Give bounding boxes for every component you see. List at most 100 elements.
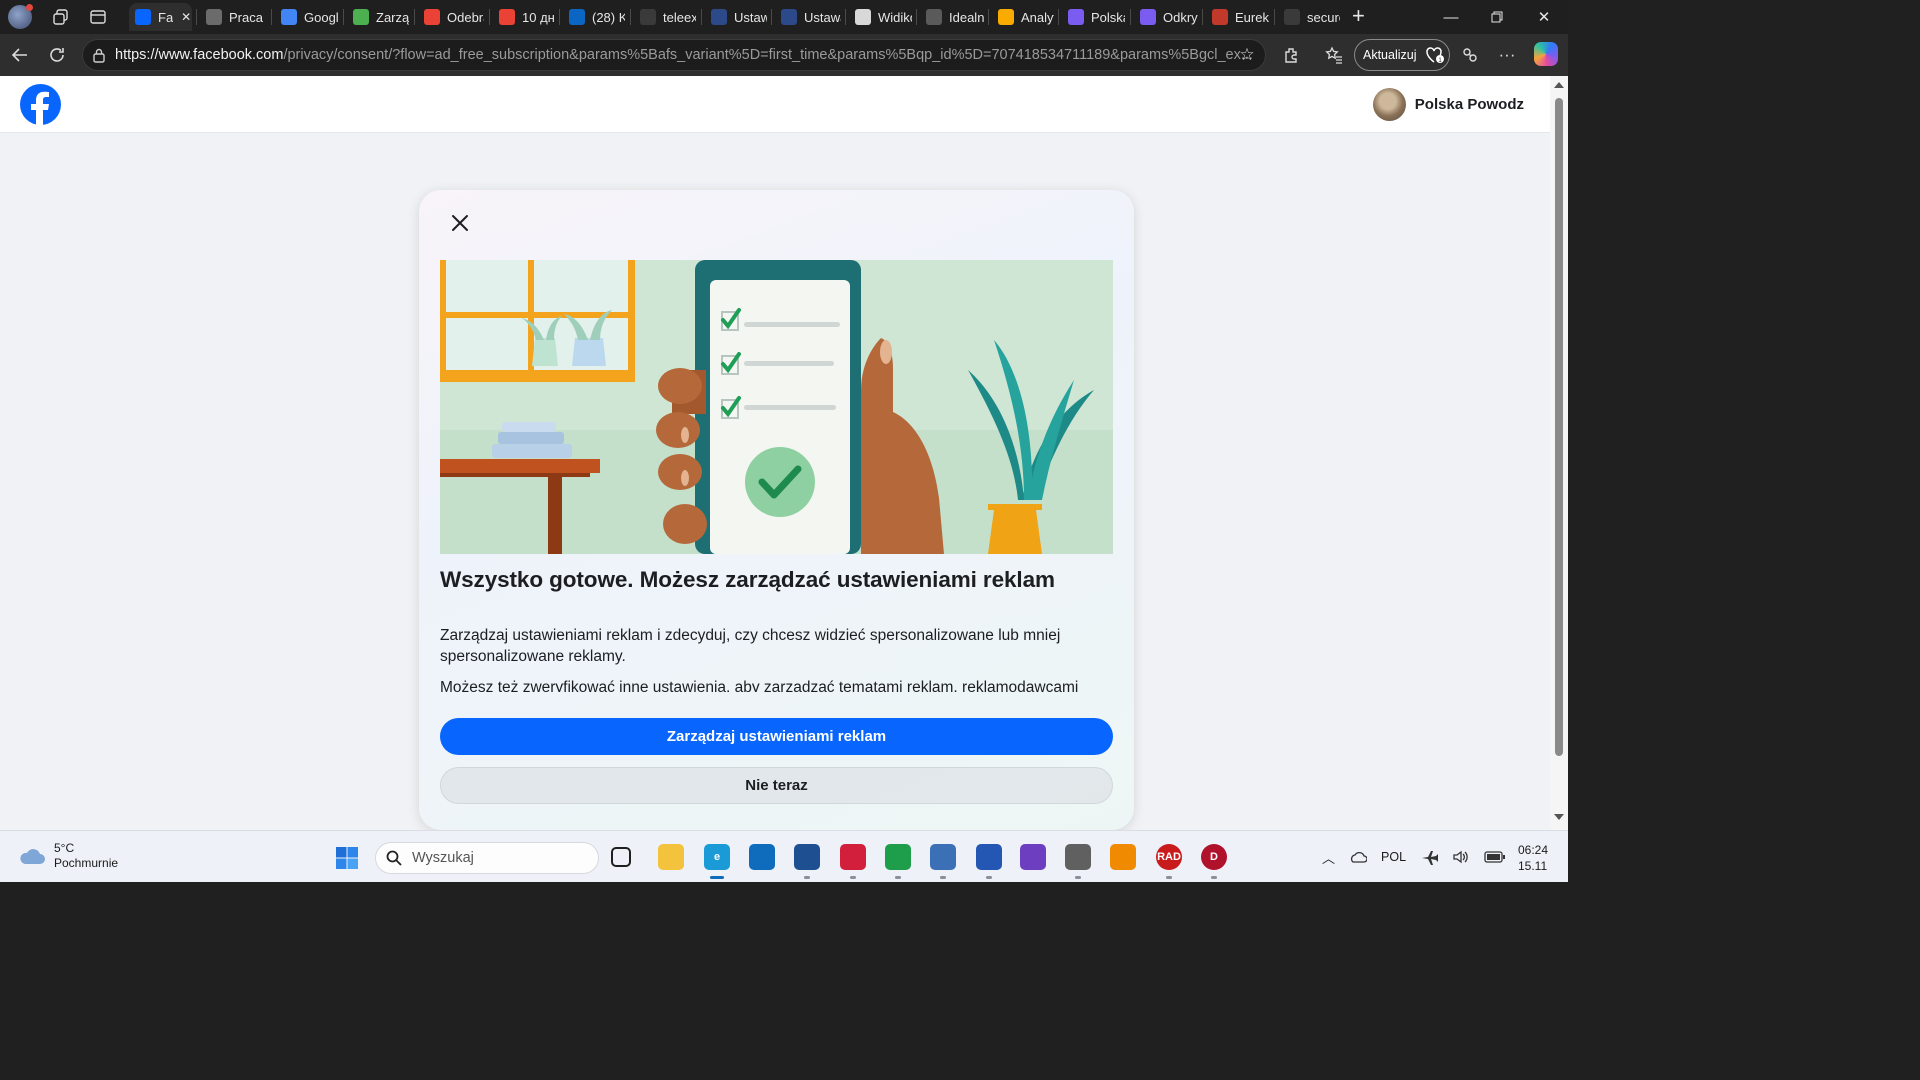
satellite-app-icon[interactable] xyxy=(1065,844,1091,870)
onedrive-icon[interactable] xyxy=(1349,850,1368,864)
d-app-icon[interactable]: D xyxy=(1201,844,1227,870)
tab-label: Praca r xyxy=(229,9,265,25)
facebook-icon xyxy=(135,9,151,25)
browser-tab[interactable]: Odebra xyxy=(418,3,484,31)
clock[interactable]: 06:24 15.11 xyxy=(1518,842,1548,874)
favorites-icon[interactable] xyxy=(1320,42,1348,68)
extensions-icon[interactable] xyxy=(1278,42,1306,68)
more-menu-icon[interactable]: ··· xyxy=(1493,42,1521,68)
tab-separator xyxy=(630,9,631,25)
globe-app-icon[interactable] xyxy=(885,844,911,870)
tab-separator xyxy=(701,9,702,25)
airplane-mode-icon[interactable] xyxy=(1420,849,1439,865)
browser-tab[interactable]: Polska xyxy=(1062,3,1125,31)
update-button[interactable]: Aktualizuj 1 xyxy=(1354,39,1450,71)
browser-tab[interactable]: 10 дне xyxy=(493,3,555,31)
browser-tab[interactable]: teleexp xyxy=(634,3,696,31)
tab-separator xyxy=(1130,9,1131,25)
weather-temperature: 5°C xyxy=(54,841,75,855)
store-icon[interactable] xyxy=(749,844,775,870)
battery-icon[interactable] xyxy=(1484,850,1506,864)
scroll-thumb[interactable] xyxy=(1555,98,1563,756)
podcast-app-icon[interactable] xyxy=(1020,844,1046,870)
back-icon[interactable] xyxy=(6,42,34,68)
globe-icon xyxy=(206,9,222,25)
eli-icon xyxy=(781,9,797,25)
browser-essentials-icon[interactable] xyxy=(1456,42,1484,68)
page-scrollbar[interactable] xyxy=(1550,76,1568,830)
manage-ad-settings-button[interactable]: Zarządzaj ustawieniami reklam xyxy=(440,718,1113,755)
app-label: RAD xyxy=(1157,851,1181,863)
running-indicator xyxy=(850,876,856,879)
site-info-icon[interactable] xyxy=(92,47,106,67)
workspaces-icon[interactable] xyxy=(52,8,70,26)
browser-tab[interactable]: Odkryc xyxy=(1134,3,1198,31)
url-path: /privacy/consent/?flow=ad_free_subscript… xyxy=(283,47,1253,63)
scroll-up-arrow-icon[interactable] xyxy=(1554,82,1564,88)
browser-tab[interactable]: EurekA xyxy=(1206,3,1269,31)
search-placeholder: Wyszukaj xyxy=(412,850,474,866)
browser-tab[interactable]: Zarząd xyxy=(347,3,409,31)
tab-actions-icon[interactable] xyxy=(89,8,107,26)
favorite-star-icon[interactable]: ☆ xyxy=(1233,42,1261,68)
address-bar[interactable]: https://www.facebook.com/privacy/consent… xyxy=(82,39,1266,71)
browser-tab[interactable]: secure xyxy=(1278,3,1340,31)
facebook-logo-icon[interactable] xyxy=(20,84,61,125)
minimize-button[interactable]: — xyxy=(1428,0,1474,34)
checklist-illustration xyxy=(440,260,1113,554)
tab-separator xyxy=(559,9,560,25)
avatar xyxy=(1372,87,1406,121)
dialog-body-paragraph-1: Zarządzaj ustawieniami reklam i zdecyduj… xyxy=(440,627,1061,665)
save-app-icon[interactable] xyxy=(976,844,1002,870)
browser-tab[interactable]: Google xyxy=(275,3,339,31)
dialog-body-paragraph-2: Możesz też zweryfikować inne ustawienia,… xyxy=(440,679,1079,692)
network-app-icon[interactable] xyxy=(930,844,956,870)
restore-button[interactable] xyxy=(1474,0,1520,34)
tab-separator xyxy=(1202,9,1203,25)
vlc-icon[interactable] xyxy=(1110,844,1136,870)
edge-icon[interactable]: e xyxy=(704,844,730,870)
browser-tab[interactable]: Ustawa xyxy=(705,3,767,31)
show-hidden-icons-icon[interactable]: ︿ xyxy=(1322,848,1335,867)
browser-tab[interactable]: Widiko xyxy=(849,3,912,31)
copilot-icon[interactable] xyxy=(1534,42,1558,66)
close-button[interactable] xyxy=(443,206,477,240)
browser-tab[interactable]: Ustawa xyxy=(775,3,841,31)
leaf-icon xyxy=(353,9,369,25)
tab-label: Analyti xyxy=(1021,9,1054,25)
gmail-icon xyxy=(499,9,515,25)
running-indicator xyxy=(986,876,992,879)
browser-tab[interactable]: Praca r xyxy=(200,3,265,31)
volume-icon[interactable] xyxy=(1452,849,1470,865)
scroll-down-arrow-icon[interactable] xyxy=(1554,814,1564,820)
taskbar-search-input[interactable]: Wyszukaj xyxy=(375,842,599,874)
tab-separator xyxy=(771,9,772,25)
task-view-icon[interactable] xyxy=(611,847,631,867)
running-indicator xyxy=(1211,876,1217,879)
browser-tab[interactable]: (28) Ka xyxy=(563,3,625,31)
browser-tab[interactable]: Analyti xyxy=(992,3,1054,31)
tab-separator xyxy=(271,9,272,25)
weather-widget[interactable]: 5°C Pochmurnie xyxy=(18,841,118,871)
virtualbox-icon[interactable] xyxy=(794,844,820,870)
tab-label: teleexp xyxy=(663,9,696,25)
close-tab-icon[interactable]: ✕ xyxy=(181,10,191,24)
start-button[interactable] xyxy=(335,846,359,870)
reload-icon[interactable] xyxy=(43,42,71,68)
tab-separator xyxy=(343,9,344,25)
browser-toolbar: https://www.facebook.com/privacy/consent… xyxy=(0,34,1568,76)
search-icon xyxy=(386,850,402,866)
file-explorer-icon[interactable] xyxy=(658,844,684,870)
pdf-app-icon[interactable] xyxy=(840,844,866,870)
tab-separator xyxy=(916,9,917,25)
app-label: D xyxy=(1210,851,1218,863)
language-indicator[interactable]: POL xyxy=(1381,850,1406,864)
user-profile-chip[interactable]: Polska Powodz xyxy=(1372,87,1524,121)
close-window-button[interactable]: ✕ xyxy=(1521,0,1567,34)
browser-tab[interactable]: Idealna xyxy=(920,3,984,31)
radio-app-icon[interactable]: RAD xyxy=(1156,844,1182,870)
gmail-icon xyxy=(424,9,440,25)
not-now-button[interactable]: Nie teraz xyxy=(440,767,1113,804)
browser-tab[interactable]: Fa ✕ xyxy=(129,3,192,31)
new-tab-button[interactable]: + xyxy=(1352,3,1372,29)
